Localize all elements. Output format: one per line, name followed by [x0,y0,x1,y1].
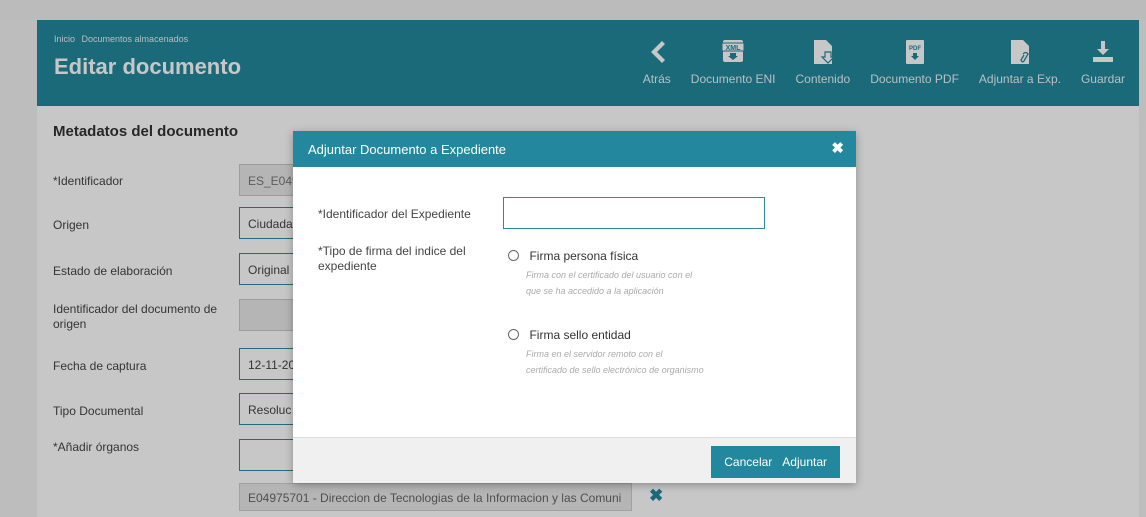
radio-label: Firma persona física [529,248,639,263]
cancel-button[interactable]: Cancelar [719,455,777,469]
expediente-label: *Identificador del Expediente [318,207,471,221]
close-icon[interactable]: ✖ [831,139,844,157]
radio-firma-sello[interactable]: Firma sello entidad Firma en el servidor… [508,326,706,378]
expediente-input[interactable] [503,197,765,229]
radio-icon[interactable] [508,329,519,341]
modal-footer: Cancelar Adjuntar [293,437,856,483]
tipo-firma-label: *Tipo de firma del indice del expediente [318,244,466,273]
radio-icon[interactable] [508,250,519,262]
modal-body: *Identificador del Expediente *Tipo de f… [293,167,856,437]
radio-firma-persona[interactable]: Firma persona física Firma con el certif… [508,247,706,299]
radio-description: Firma en el servidor remoto con el certi… [526,349,704,375]
modal-header: Adjuntar Documento a Expediente ✖ [293,131,856,167]
radio-label: Firma sello entidad [529,327,631,342]
modal-title: Adjuntar Documento a Expediente [308,142,507,157]
adjuntar-button[interactable]: Adjuntar [777,455,832,469]
radio-description: Firma con el certificado del usuario con… [526,270,693,296]
adjuntar-modal: Adjuntar Documento a Expediente ✖ *Ident… [293,131,856,483]
footer-buttons: Cancelar Adjuntar [711,446,840,478]
